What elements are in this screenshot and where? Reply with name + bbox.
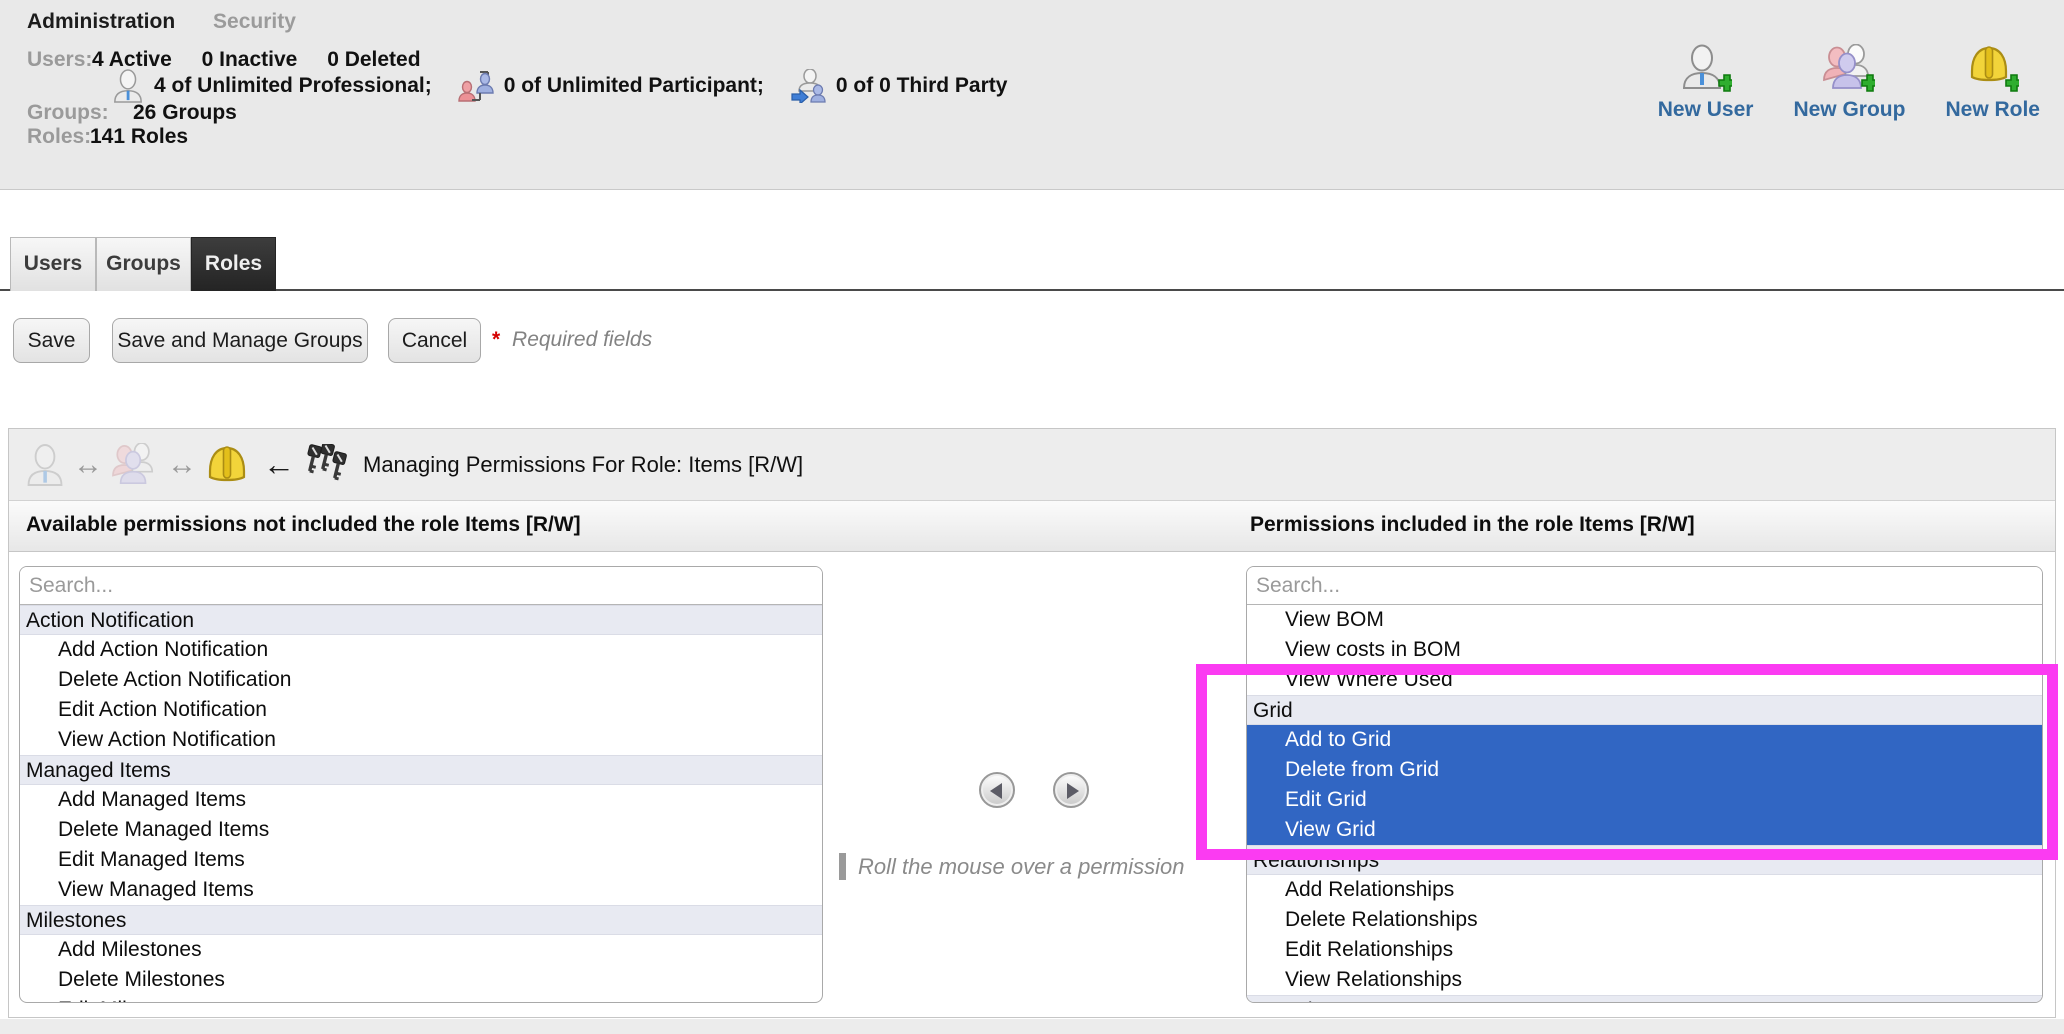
tab-roles[interactable]: Roles (191, 237, 276, 291)
new-role-icon (1967, 44, 2019, 94)
permission-item[interactable]: Edit Relationships (1247, 935, 2042, 965)
permission-item[interactable]: View BOM (1247, 605, 2042, 635)
professional-segment: 4 of Unlimited Professional; (112, 68, 432, 104)
available-permissions-rows: Action NotificationAdd Action Notificati… (20, 605, 822, 1003)
roles-label: Roles: (27, 125, 91, 149)
groups-count: 26 Groups (133, 101, 237, 125)
new-group-button[interactable]: New Group (1793, 44, 1905, 122)
participant-count: 0 of Unlimited Participant; (504, 74, 764, 98)
participant-segment: 0 of Unlimited Participant; (458, 69, 764, 103)
new-group-icon (1823, 44, 1875, 94)
license-summary: 4 of Unlimited Professional; 0 of Unlimi… (112, 68, 1033, 104)
left-arrow-icon: ← (263, 446, 295, 483)
page-bottom-strip (0, 1019, 2064, 1034)
permission-item[interactable]: Edit Action Notification (20, 695, 822, 725)
new-user-icon (1680, 44, 1732, 94)
groups-label: Groups: (27, 101, 109, 125)
admin-header: Administration Security Users: 4 Active … (0, 0, 2064, 190)
third-party-count: 0 of 0 Third Party (836, 74, 1008, 98)
third-party-segment: 0 of 0 Third Party (790, 69, 1008, 103)
required-text: Required fields (512, 328, 652, 351)
new-user-label: New User (1658, 98, 1754, 122)
included-permissions-search-input[interactable] (1247, 567, 2042, 605)
permission-item[interactable]: View costs in BOM (1247, 635, 2042, 665)
permission-item[interactable]: Delete Managed Items (20, 815, 822, 845)
permission-item[interactable]: Add Milestones (20, 935, 822, 965)
permission-item[interactable]: View Relationships (1247, 965, 2042, 995)
double-arrow-icon: ↔ (167, 448, 197, 482)
group-icon (111, 443, 159, 487)
tab-groups[interactable]: Groups (96, 237, 191, 291)
available-permissions-header: Available permissions not included the r… (26, 513, 581, 537)
professional-user-icon (112, 68, 144, 104)
permission-group-header[interactable]: Sourcing (1247, 995, 2042, 1003)
available-permissions-list: Action NotificationAdd Action Notificati… (19, 566, 823, 1003)
required-asterisk: * (492, 328, 500, 351)
permission-group-header[interactable]: Grid (1247, 695, 2042, 725)
quick-actions: New User New Group New Role (1658, 44, 2040, 122)
user-icon (25, 443, 65, 487)
breadcrumb-administration[interactable]: Administration (27, 10, 175, 33)
permission-item[interactable]: View Where Used (1247, 665, 2042, 695)
permission-item[interactable]: Delete from Grid (1247, 755, 2042, 785)
permission-item[interactable]: Add Managed Items (20, 785, 822, 815)
new-role-label: New Role (1945, 98, 2040, 122)
included-permissions-rows: View BOMView costs in BOMView Where Used… (1247, 605, 2042, 1003)
permission-item[interactable]: Edit Milestones (20, 995, 822, 1003)
hint-text: Roll the mouse over a permission (858, 854, 1184, 880)
permission-item[interactable]: View Grid (1247, 815, 2042, 845)
new-user-button[interactable]: New User (1658, 44, 1754, 122)
save-button[interactable]: Save (13, 318, 90, 363)
permission-group-header[interactable]: Relationships (1247, 845, 2042, 875)
permission-group-header[interactable]: Managed Items (20, 755, 822, 785)
permission-hint: Roll the mouse over a permission (839, 853, 1184, 880)
permission-item[interactable]: Add to Grid (1247, 725, 2042, 755)
permission-item[interactable]: Edit Managed Items (20, 845, 822, 875)
cancel-button[interactable]: Cancel (388, 318, 481, 363)
permission-item[interactable]: View Action Notification (20, 725, 822, 755)
tab-strip: Users Groups Roles (0, 237, 2064, 291)
permission-item[interactable]: Delete Relationships (1247, 905, 2042, 935)
required-fields-note: * Required fields (492, 328, 652, 352)
professional-count: 4 of Unlimited Professional; (154, 74, 432, 98)
permission-item[interactable]: View Managed Items (20, 875, 822, 905)
roles-count: 141 Roles (90, 125, 188, 149)
included-permissions-header: Permissions included in the role Items [… (1250, 513, 1695, 537)
save-and-manage-groups-button[interactable]: Save and Manage Groups (112, 318, 368, 363)
permission-group-header[interactable]: Action Notification (20, 605, 822, 635)
breadcrumb-security[interactable]: Security (213, 10, 296, 33)
hint-bar (839, 853, 846, 880)
panel-icon-header: ↔ ↔ ← (9, 429, 2055, 501)
breadcrumb: Administration Security (27, 10, 296, 34)
participant-icon (458, 69, 494, 103)
new-group-label: New Group (1793, 98, 1905, 122)
panel-title: Managing Permissions For Role: Items [R/… (363, 452, 803, 478)
permission-item[interactable]: Delete Action Notification (20, 665, 822, 695)
double-arrow-icon: ↔ (73, 448, 103, 482)
users-label: Users: (27, 48, 92, 72)
move-left-button[interactable] (979, 772, 1015, 808)
new-role-button[interactable]: New Role (1945, 44, 2040, 122)
included-permissions-list: View BOMView costs in BOMView Where Used… (1246, 566, 2043, 1003)
permission-item[interactable]: Add Action Notification (20, 635, 822, 665)
permissions-panel: ↔ ↔ ← (8, 428, 2056, 1018)
available-permissions-search-input[interactable] (20, 567, 822, 605)
tab-users[interactable]: Users (10, 237, 96, 291)
permission-keys-icon (305, 444, 349, 486)
permission-item[interactable]: Edit Grid (1247, 785, 2042, 815)
permission-item[interactable]: Delete Milestones (20, 965, 822, 995)
column-headers: Available permissions not included the r… (9, 501, 2055, 552)
move-right-button[interactable] (1053, 772, 1089, 808)
permission-group-header[interactable]: Milestones (20, 905, 822, 935)
third-party-icon (790, 69, 826, 103)
permission-item[interactable]: Add Relationships (1247, 875, 2042, 905)
role-hard-hat-icon (205, 445, 249, 485)
